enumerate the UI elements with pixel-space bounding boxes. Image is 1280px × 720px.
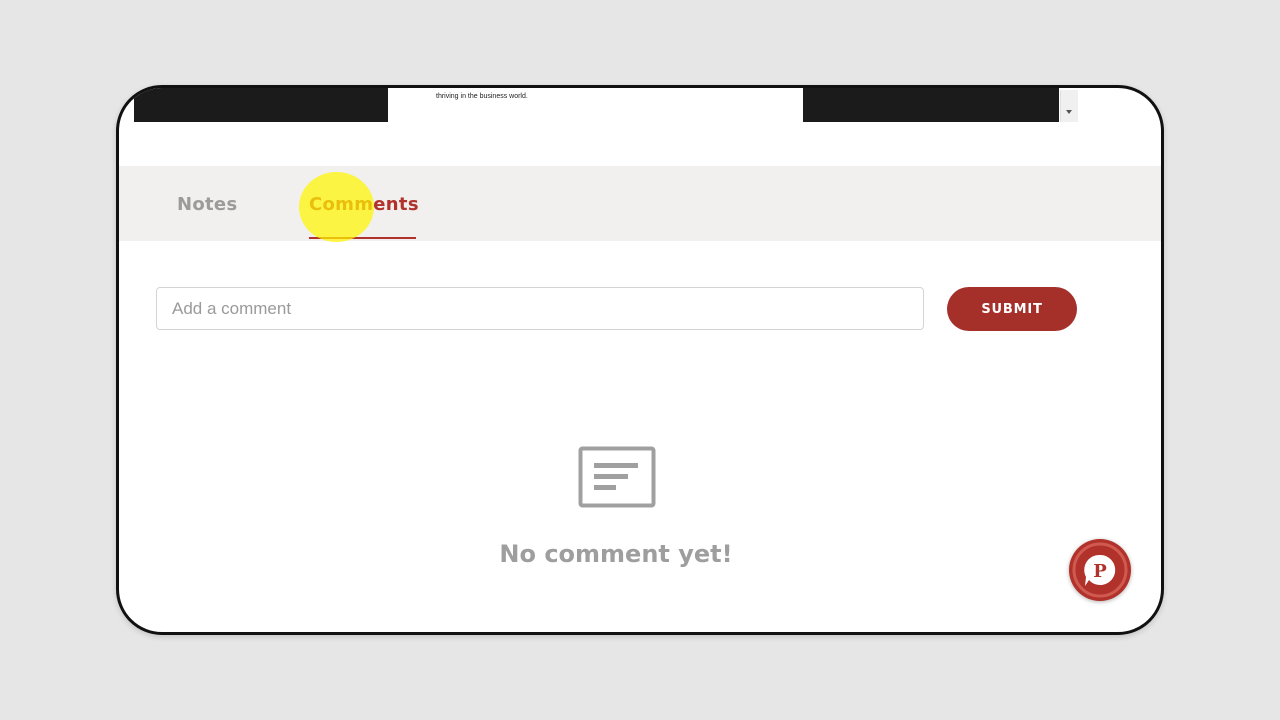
slide-preview: thriving in the business world. (390, 88, 801, 122)
video-letterbox-right (803, 88, 1059, 122)
chat-widget-button[interactable]: P (1069, 539, 1131, 601)
app-frame: thriving in the business world. Notes Co… (116, 85, 1164, 635)
tab-comments[interactable]: Comments (309, 194, 419, 215)
scroll-down-button[interactable] (1060, 90, 1078, 122)
chat-bubble-icon: P (1072, 542, 1128, 598)
submit-button[interactable]: SUBMIT (947, 287, 1077, 331)
media-strip: thriving in the business world. (119, 88, 1161, 128)
comment-input[interactable] (156, 287, 924, 330)
empty-state-message: No comment yet! (499, 540, 733, 568)
chat-widget-letter: P (1093, 561, 1107, 582)
tab-bar: Notes Comments (119, 166, 1161, 241)
active-tab-indicator (309, 237, 416, 239)
caret-down-icon (1066, 110, 1072, 114)
video-letterbox-left (134, 88, 388, 122)
tab-notes[interactable]: Notes (177, 194, 237, 215)
comment-card-icon (578, 446, 656, 508)
slide-text: thriving in the business world. (436, 93, 528, 100)
